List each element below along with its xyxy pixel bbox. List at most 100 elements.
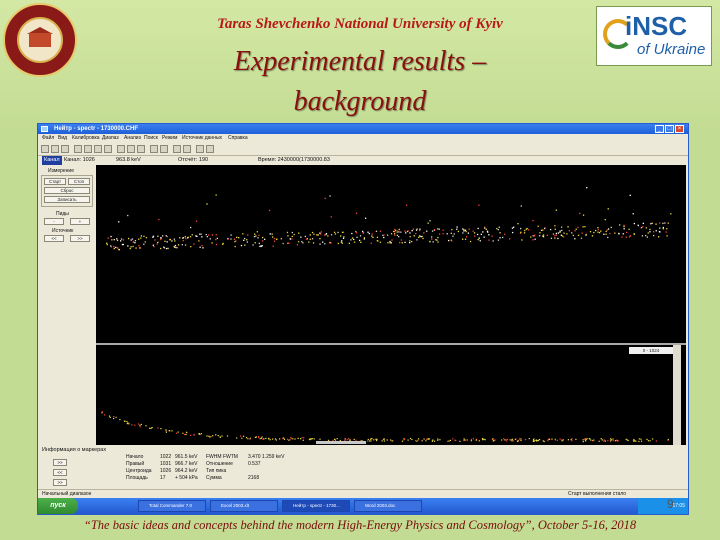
close-button[interactable]: × xyxy=(675,125,684,133)
source-prev-button[interactable]: << xyxy=(44,235,64,242)
menu-view[interactable]: Вид xyxy=(58,134,67,142)
spectrum-plot-main[interactable] xyxy=(96,165,686,343)
toolbar-print-icon[interactable] xyxy=(61,145,69,153)
marker-info-title: Информация о маркерах xyxy=(42,447,107,453)
slide-title-line2: background xyxy=(293,86,427,117)
overview-vertical-scrollbar[interactable] xyxy=(673,345,681,445)
minimize-button[interactable]: _ xyxy=(655,125,664,133)
range-readout[interactable]: 0 - 1024 xyxy=(629,347,673,354)
taskbar-item-total-commander[interactable]: Total Commander 7.0 xyxy=(138,500,206,512)
spectrum-point xyxy=(341,240,343,242)
toolbar-right-icon[interactable] xyxy=(104,145,112,153)
spectrum-plot-overview[interactable]: 0 - 1024 xyxy=(96,343,686,445)
overview-point xyxy=(409,437,412,440)
source-next-button[interactable]: >> xyxy=(70,235,90,242)
taskbar-item-word[interactable]: Word 2003.doc xyxy=(354,500,422,512)
spectrum-point xyxy=(288,242,290,244)
toolbar-save-icon[interactable] xyxy=(51,145,59,153)
toolbar-start-icon[interactable] xyxy=(173,145,181,153)
spectrum-point xyxy=(190,246,192,248)
overview-point xyxy=(348,438,350,440)
start-button-taskbar[interactable]: пуск xyxy=(38,498,78,514)
menu-search[interactable]: Поиск xyxy=(144,134,158,142)
spectrum-point xyxy=(419,235,421,237)
taskbar-item-spectrum[interactable]: Нейтр - spectr - 1730... xyxy=(282,500,350,512)
menu-data-source[interactable]: Источник данных xyxy=(182,134,222,142)
toolbar-peak-icon[interactable] xyxy=(127,145,135,153)
menu-file[interactable]: Файл xyxy=(42,134,54,142)
overview-point xyxy=(449,439,451,441)
stop-button[interactable]: Стоп xyxy=(68,178,90,185)
start-button[interactable]: Старт xyxy=(44,178,66,185)
taskbar-item-excel[interactable]: Excel 2003.xlt xyxy=(210,500,278,512)
menu-mode[interactable]: Режим xyxy=(162,134,177,142)
energy-readout: 963.8 keV xyxy=(116,157,141,163)
toolbar-marker-icon[interactable] xyxy=(117,145,125,153)
spectrum-point xyxy=(607,228,610,230)
spectrum-point xyxy=(400,239,403,241)
spectrum-point xyxy=(462,232,464,234)
overview-point xyxy=(584,440,587,442)
overview-point xyxy=(390,439,392,441)
spectrum-point xyxy=(196,235,198,237)
overview-point xyxy=(182,432,184,434)
window-titlebar[interactable]: Нейтр - spectr - 1730000.CHF _ □ × xyxy=(38,124,688,134)
toolbar-settings-icon[interactable] xyxy=(196,145,204,153)
spectrum-point xyxy=(176,246,178,249)
overview-point xyxy=(368,440,371,442)
spectrum-point xyxy=(252,244,254,246)
marker-centroid-energy: 964.2 keV xyxy=(175,468,198,474)
overview-point xyxy=(533,438,535,440)
clear-button[interactable]: Сброс xyxy=(44,187,90,194)
spectrum-point xyxy=(182,237,184,239)
overview-point xyxy=(600,438,602,440)
maximize-button[interactable]: □ xyxy=(665,125,674,133)
toolbar-zoom-in-icon[interactable] xyxy=(74,145,82,153)
toolbar-stop-icon[interactable] xyxy=(183,145,191,153)
spectrum-point xyxy=(524,229,526,232)
spectrum-point xyxy=(340,241,342,243)
peaks-prev-button[interactable]: - xyxy=(44,218,64,225)
spectrum-point xyxy=(243,239,245,241)
marker-prev-button[interactable]: << xyxy=(53,469,67,476)
overview-point xyxy=(475,439,477,441)
toolbar-help-icon[interactable] xyxy=(206,145,214,153)
overview-point xyxy=(193,434,195,436)
toolbar-zoom-out-icon[interactable] xyxy=(84,145,92,153)
spectrum-point xyxy=(497,239,500,241)
spectrum-point xyxy=(143,235,145,237)
toolbar-open-icon[interactable] xyxy=(41,145,49,153)
overview-point xyxy=(301,437,303,439)
spectrum-point xyxy=(409,232,411,234)
overview-point xyxy=(269,439,271,441)
overview-point xyxy=(401,440,404,442)
toolbar-calibrate-icon[interactable] xyxy=(137,145,145,153)
overview-point xyxy=(603,439,605,441)
spectrum-point xyxy=(623,225,625,228)
menu-help[interactable]: Справка xyxy=(228,134,248,142)
marker-next-button[interactable]: >> xyxy=(53,459,67,466)
toolbar-lin-icon[interactable] xyxy=(160,145,168,153)
spectrum-point xyxy=(302,242,304,244)
spectrum-point xyxy=(642,226,644,228)
spectrum-point xyxy=(626,231,628,234)
menu-calibration[interactable]: Калибровка xyxy=(72,134,100,142)
overview-point xyxy=(375,438,377,440)
menu-range[interactable]: Диапаз xyxy=(102,134,119,142)
spectrum-point xyxy=(406,204,408,206)
spectrum-point xyxy=(480,233,482,235)
save-button[interactable]: Записать xyxy=(44,196,90,203)
spectrum-point xyxy=(649,228,651,231)
spectrum-point xyxy=(632,213,634,215)
spectrum-point xyxy=(291,231,293,234)
menu-analysis[interactable]: Анализ xyxy=(124,134,141,142)
toolbar-log-icon[interactable] xyxy=(150,145,158,153)
overview-window-marker[interactable] xyxy=(316,441,366,444)
peaks-next-button[interactable]: + xyxy=(70,218,90,225)
spectrum-point xyxy=(658,236,660,238)
toolbar-left-icon[interactable] xyxy=(94,145,102,153)
spectrum-points-overview xyxy=(101,411,669,443)
marker-last-button[interactable]: >> xyxy=(53,479,67,486)
overview-point xyxy=(272,438,274,440)
spectrum-point xyxy=(511,227,514,229)
